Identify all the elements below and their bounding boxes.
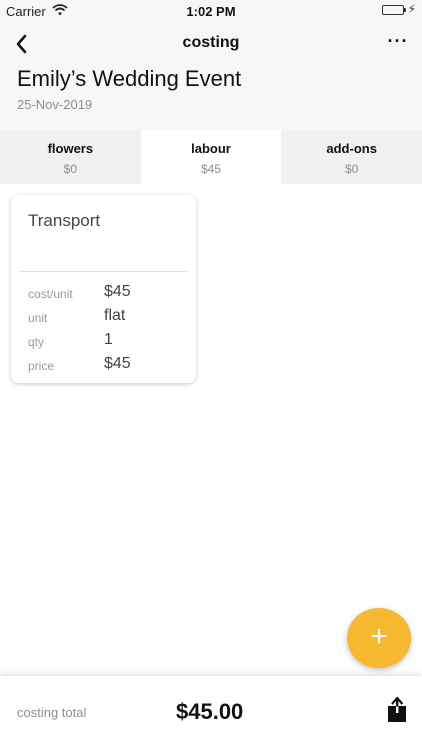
item-title: Transport [28,211,101,230]
nav-bar: costing ··· [0,22,422,66]
event-header: Emily’s Wedding Event 25-Nov-2019 [0,64,422,130]
item-card-transport[interactable]: Transport cost/unit $45 unit flat qty 1 … [11,195,196,383]
event-date: 25-Nov-2019 [17,97,93,112]
tab-label: labour [191,141,231,156]
costing-total-amount: $45.00 [176,699,244,724]
more-options-button[interactable]: ··· [384,30,412,58]
row-unit: unit flat [28,307,186,329]
row-value: $45 [104,283,131,300]
category-tabs: flowers $0 labour $45 add-ons $0 [0,130,422,184]
row-qty: qty 1 [28,331,186,353]
row-cost-per-unit: cost/unit $45 [28,283,186,305]
row-price: price $45 [28,355,186,377]
row-label: qty [28,335,45,349]
tab-label: flowers [47,141,94,156]
costing-footer: costing total $45.00 [0,676,422,750]
tab-labour[interactable]: labour $45 [140,130,282,184]
row-value: 1 [104,331,113,348]
event-title: Emily’s Wedding Event [17,66,242,91]
share-icon [388,696,406,722]
status-time: 1:02 PM [186,4,236,19]
tab-add-ons[interactable]: add-ons $0 [281,130,422,184]
tab-amount: $45 [200,162,222,176]
row-label: cost/unit [28,287,73,301]
row-label: unit [28,311,48,325]
card-divider [19,271,188,272]
tab-amount: $0 [345,162,359,176]
costing-total-label: costing total [17,705,87,720]
status-bar: Carrier 1:02 PM ⚡ [0,0,422,22]
share-button[interactable] [386,696,408,723]
battery-icon [382,5,406,15]
page-title: costing [182,34,240,51]
tab-label: add-ons [326,141,377,156]
row-value: $45 [104,355,131,372]
row-value: flat [104,307,126,324]
charging-icon: ⚡ [407,2,416,16]
tab-amount: $0 [63,162,78,176]
row-label: price [28,359,55,373]
add-item-button[interactable]: + [347,608,411,668]
tab-flowers[interactable]: flowers $0 [0,130,141,184]
